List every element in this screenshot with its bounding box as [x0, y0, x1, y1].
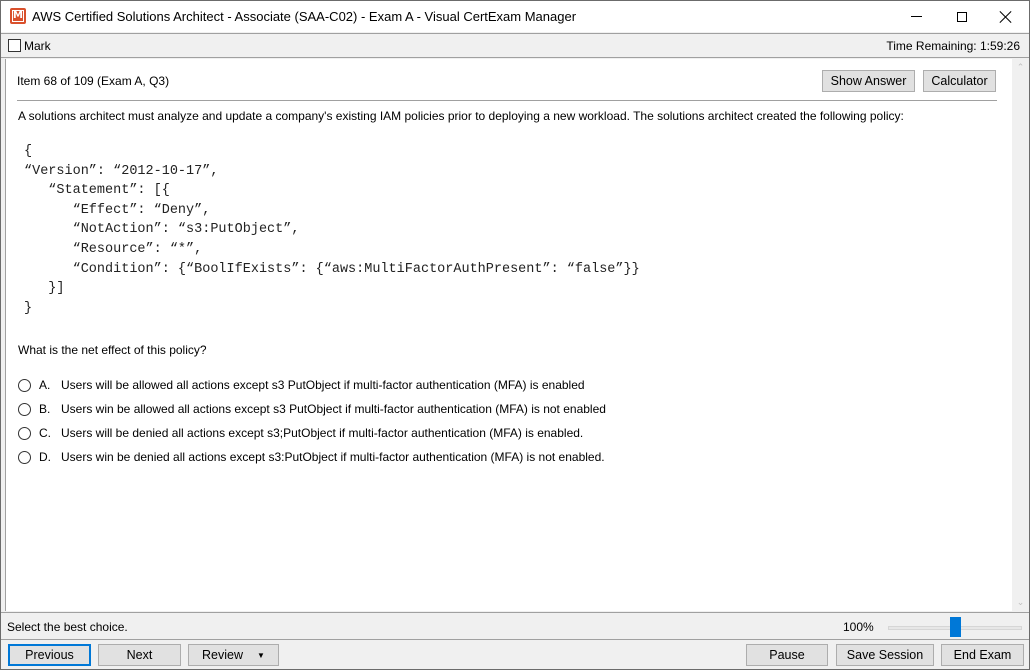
mark-bar: Mark Time Remaining: 1:59:26	[1, 33, 1029, 58]
minimize-button[interactable]	[893, 1, 939, 32]
question-prompt: What is the net effect of this policy?	[18, 343, 207, 357]
vertical-scrollbar[interactable]: ⌃ ⌄	[1012, 59, 1029, 611]
question-text: A solutions architect must analyze and u…	[18, 109, 904, 123]
next-button[interactable]: Next	[98, 644, 181, 666]
item-header: Item 68 of 109 (Exam A, Q3)	[17, 74, 170, 88]
policy-code-block: { “Version”: “2012-10-17”, “Statement”: …	[24, 144, 640, 316]
choice-a[interactable]: A. Users will be allowed all actions exc…	[18, 373, 606, 397]
choice-text[interactable]: Users will be allowed all actions except…	[61, 378, 585, 392]
mark-label[interactable]: Mark	[24, 39, 51, 53]
navigation-bar: Previous Next Review ▼ Pause Save Sessio…	[1, 639, 1029, 669]
choice-letter: C.	[39, 426, 51, 440]
question-panel: Item 68 of 109 (Exam A, Q3) Show Answer …	[5, 59, 1012, 611]
review-button[interactable]: Review ▼	[188, 644, 279, 666]
choice-text[interactable]: Users win be denied all actions except s…	[61, 450, 605, 464]
choice-letter: B.	[39, 402, 51, 416]
review-label: Review	[202, 648, 244, 662]
answer-choices: A. Users will be allowed all actions exc…	[18, 373, 606, 469]
zoom-level: 100%	[843, 620, 874, 634]
choice-text[interactable]: Users will be denied all actions except …	[61, 426, 583, 440]
title-bar: M AWS Certified Solutions Architect - As…	[1, 1, 1029, 32]
maximize-icon	[957, 11, 967, 22]
scroll-up-icon[interactable]: ⌃	[1012, 59, 1029, 76]
show-answer-button[interactable]: Show Answer	[822, 70, 915, 92]
mark-checkbox[interactable]	[8, 39, 21, 52]
zoom-slider-thumb[interactable]	[949, 617, 961, 637]
app-window: M AWS Certified Solutions Architect - As…	[0, 0, 1030, 670]
choice-text[interactable]: Users win be allowed all actions except …	[61, 402, 606, 416]
radio-button[interactable]	[18, 378, 31, 392]
dropdown-caret-icon: ▼	[257, 650, 265, 660]
maximize-button[interactable]	[939, 1, 985, 32]
scroll-down-icon[interactable]: ⌄	[1012, 594, 1029, 611]
choice-letter: A.	[39, 378, 51, 392]
instruction-text: Select the best choice.	[7, 620, 128, 634]
close-icon	[1000, 11, 1012, 23]
window-title: AWS Certified Solutions Architect - Asso…	[32, 9, 577, 24]
close-button[interactable]	[983, 1, 1029, 32]
visual-certexam-logo-icon: M	[10, 8, 26, 24]
status-bar: Select the best choice. 100%	[1, 612, 1029, 639]
header-divider	[17, 100, 997, 101]
choice-c[interactable]: C. Users will be denied all actions exce…	[18, 421, 606, 445]
previous-button[interactable]: Previous	[8, 644, 91, 666]
time-remaining: Time Remaining: 1:59:26	[886, 39, 1020, 53]
calculator-button[interactable]: Calculator	[923, 70, 996, 92]
minimize-icon	[910, 16, 922, 17]
end-exam-button[interactable]: End Exam	[941, 644, 1024, 666]
save-session-button[interactable]: Save Session	[836, 644, 934, 666]
pause-button[interactable]: Pause	[746, 644, 828, 666]
radio-button[interactable]	[18, 450, 31, 464]
choice-b[interactable]: B. Users win be allowed all actions exce…	[18, 397, 606, 421]
radio-button[interactable]	[18, 402, 31, 416]
choice-letter: D.	[39, 450, 51, 464]
choice-d[interactable]: D. Users win be denied all actions excep…	[18, 445, 606, 469]
radio-button[interactable]	[18, 426, 31, 440]
